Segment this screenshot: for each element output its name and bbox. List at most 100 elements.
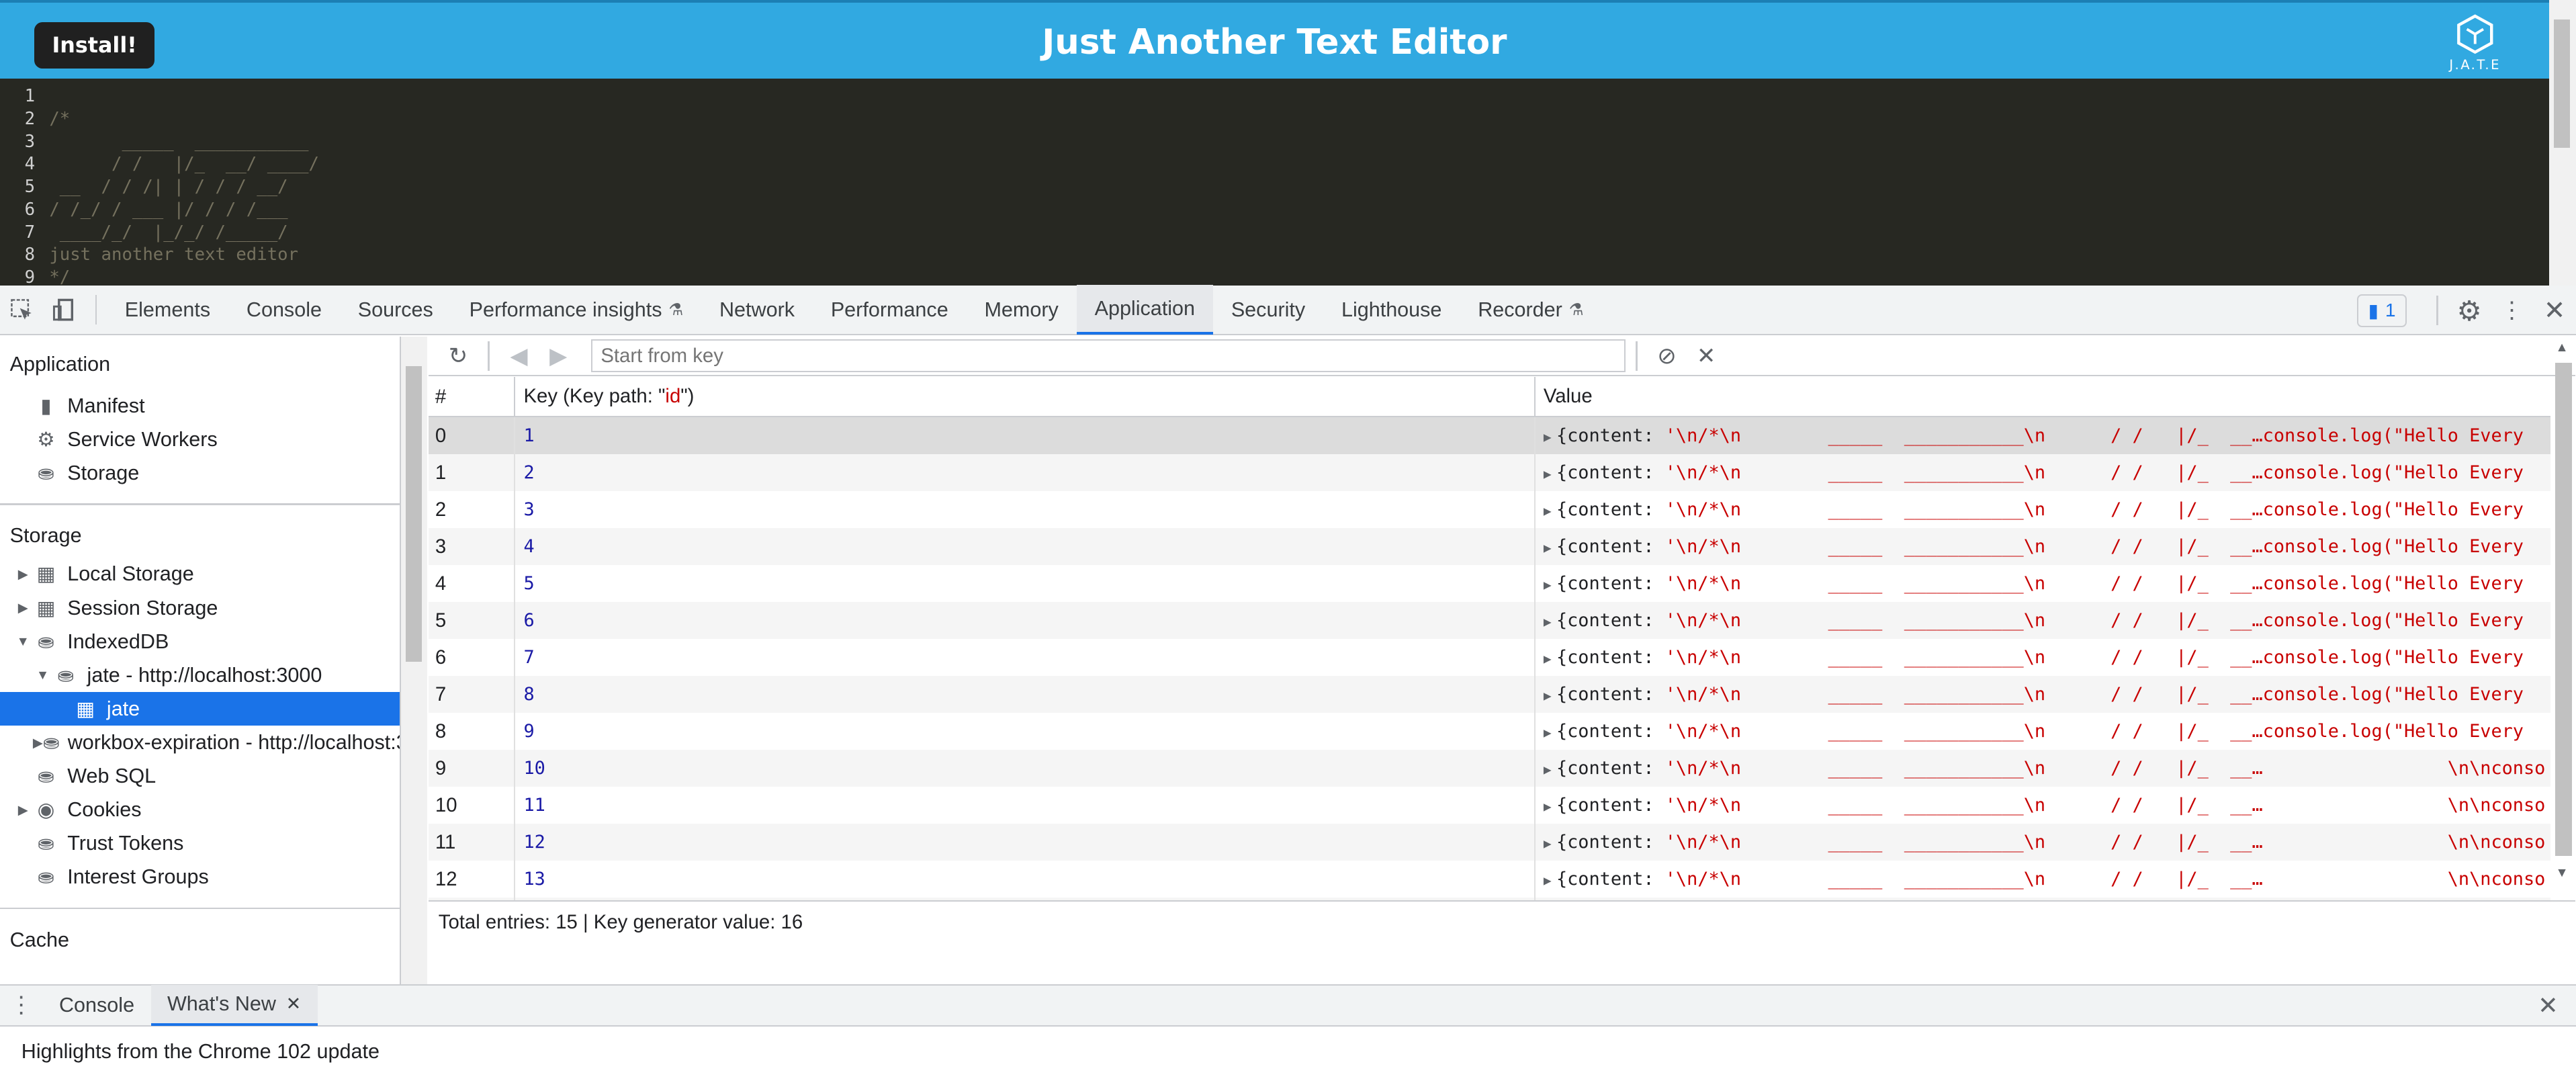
tab-performance-insights[interactable]: Performance insights ⚗ <box>451 285 701 334</box>
row-value[interactable]: ▶{content: '\n/*\n _____ ___________\n /… <box>1534 824 2550 861</box>
device-toolbar-icon[interactable] <box>43 285 86 334</box>
table-vertical-scrollbar[interactable]: ▲ ▼ <box>2550 337 2575 887</box>
drawer-tab-whats-new[interactable]: What's New ✕ <box>150 984 318 1026</box>
table-row[interactable]: 4 5 ▶ {content: '\n/*\n _____ ___________\n… <box>429 565 2550 602</box>
expand-arrow-icon[interactable]: ▶ <box>1544 799 1552 814</box>
expand-arrow-icon[interactable]: ▶ <box>1544 725 1552 740</box>
table-row[interactable]: 5 6 ▶ {content: '\n/*\n _____ ___________\n… <box>429 602 2551 639</box>
code-line[interactable]: 2 /* <box>0 108 2549 131</box>
expand-arrow-icon[interactable]: ▶ <box>13 600 33 616</box>
code-line[interactable]: 9 */ <box>0 267 2549 286</box>
more-options-icon[interactable]: ⋮ <box>2491 286 2534 335</box>
code-line[interactable]: 1 <box>0 85 2549 108</box>
table-row[interactable]: 12 13 ▶ {content: '\n/*\n _____ ___________… <box>429 861 2550 898</box>
row-value[interactable]: ▶{content: '\n/*\n _____ ___________\n /… <box>1534 417 2550 454</box>
table-row[interactable]: 6 7 ▶ {content: '\n/*\n _____ ___________\n… <box>429 639 2550 676</box>
code-line[interactable]: 8 just another text editor <box>0 244 2549 267</box>
table-row[interactable]: 2 3 ▶ {content: '\n/*\n _____ ___________\n… <box>429 491 2550 528</box>
expand-arrow-icon[interactable]: ▶ <box>1544 466 1552 482</box>
tab-lighthouse[interactable]: Lighthouse <box>1323 285 1460 334</box>
column-header-key[interactable]: Key (Key path: "id") <box>514 377 1534 417</box>
close-tab-icon[interactable]: ✕ <box>286 994 302 1014</box>
sidebar-item-manifest[interactable]: ▮ Manifest <box>0 389 400 423</box>
sidebar-item-store-jate[interactable]: ▦ jate <box>0 692 400 726</box>
code-line[interactable]: 6 / /_/ / ___ |/ / / /___ <box>0 199 2549 222</box>
issues-badge[interactable]: ▮ 1 <box>2357 294 2407 327</box>
expand-arrow-icon[interactable]: ▶ <box>13 566 33 582</box>
previous-page-icon[interactable]: ◀ <box>499 343 539 370</box>
table-row[interactable]: 8 9 ▶ {content: '\n/*\n _____ ___________\n… <box>429 713 2550 750</box>
tab-console[interactable]: Console <box>228 285 340 334</box>
page-scrollbar[interactable] <box>2548 0 2576 286</box>
expand-arrow-icon[interactable]: ▶ <box>1544 614 1552 630</box>
settings-gear-icon[interactable]: ⚙ <box>2448 286 2491 335</box>
table-row[interactable]: 1 2 ▶ {content: '\n/*\n _____ ___________\n… <box>429 454 2551 491</box>
sidebar-item-interest-groups[interactable]: ⛂ Interest Groups <box>0 861 400 894</box>
sidebar-item-trust-tokens[interactable]: ⛂ Trust Tokens <box>0 827 400 861</box>
tab-recorder[interactable]: Recorder ⚗ <box>1460 285 1601 334</box>
close-drawer-icon[interactable]: ✕ <box>2527 981 2570 1030</box>
sidebar-item-storage[interactable]: ⛂ Storage <box>0 457 400 490</box>
expand-arrow-icon[interactable]: ▶ <box>33 735 43 751</box>
collapse-arrow-icon[interactable]: ▼ <box>13 634 33 650</box>
sidebar-item-db-workbox[interactable]: ▶ ⛂ workbox-expiration - http://localhost:… <box>0 726 400 759</box>
expand-arrow-icon[interactable]: ▶ <box>1544 503 1552 519</box>
clear-store-icon[interactable]: ⊘ <box>1647 343 1687 370</box>
expand-arrow-icon[interactable]: ▶ <box>1544 873 1552 888</box>
row-value[interactable]: ▶{content: '\n/*\n _____ ___________\n /… <box>1534 565 2550 602</box>
tab-sources[interactable]: Sources <box>340 285 451 334</box>
row-value[interactable]: ▶{content: '\n/*\n _____ ___________\n /… <box>1534 713 2550 750</box>
expand-arrow-icon[interactable]: ▶ <box>1544 577 1552 593</box>
table-row[interactable]: 11 12 ▶ {content: '\n/*\n _____ ___________… <box>429 824 2551 861</box>
tab-security[interactable]: Security <box>1213 285 1323 334</box>
expand-arrow-icon[interactable]: ▶ <box>13 802 33 818</box>
collapse-arrow-icon[interactable]: ▼ <box>33 668 52 683</box>
sidebar-vertical-scrollbar[interactable] <box>400 337 427 984</box>
sidebar-item-session-storage[interactable]: ▶ ▦ Session Storage <box>0 591 400 625</box>
row-value[interactable]: ▶{content: '\n/*\n _____ ___________\n /… <box>1534 676 2550 713</box>
table-row[interactable]: 0 1 ▶ {content: '\n/*\n _____ ___________\n… <box>429 417 2551 454</box>
row-value[interactable]: ▶{content: '\n/*\n _____ ___________\n /… <box>1534 602 2550 639</box>
table-row[interactable]: 9 10 ▶ {content: '\n/*\n _____ ___________\… <box>429 750 2551 787</box>
row-value[interactable]: ▶{content: '\n/*\n _____ ___________\n /… <box>1534 639 2550 676</box>
column-header-value[interactable]: Value <box>1534 377 2550 417</box>
expand-arrow-icon[interactable]: ▶ <box>1544 651 1552 666</box>
sidebar-item-local-storage[interactable]: ▶ ▦ Local Storage <box>0 558 400 591</box>
next-page-icon[interactable]: ▶ <box>539 343 578 370</box>
row-value[interactable]: ▶{content: '\n/*\n _____ ___________\n /… <box>1534 528 2550 565</box>
expand-arrow-icon[interactable]: ▶ <box>1544 429 1552 445</box>
row-value[interactable]: ▶{content: '\n/*\n _____ ___________\n /… <box>1534 861 2550 898</box>
tab-network[interactable]: Network <box>701 285 813 334</box>
start-from-key-input[interactable] <box>591 339 1626 372</box>
sidebar-item-indexeddb[interactable]: ▼ ⛂ IndexedDB <box>0 625 400 658</box>
close-devtools-icon[interactable]: ✕ <box>2533 286 2576 335</box>
row-value[interactable]: ▶{content: '\n/*\n _____ ___________\n /… <box>1534 491 2550 528</box>
delete-selected-icon[interactable]: ✕ <box>1687 343 1726 370</box>
sidebar-item-web-sql[interactable]: ⛂ Web SQL <box>0 760 400 793</box>
code-editor[interactable]: 1 2/* 3 _____ ___________ 4 / / |/_ __/ ___… <box>0 79 2549 286</box>
expand-arrow-icon[interactable]: ▶ <box>1544 836 1552 851</box>
drawer-menu-icon[interactable]: ⋮ <box>0 981 43 1030</box>
table-row[interactable]: 3 4 ▶ {content: '\n/*\n _____ ___________\n… <box>429 528 2551 565</box>
tab-application[interactable]: Application <box>1076 285 1213 335</box>
row-value[interactable]: ▶{content: '\n/*\n _____ ___________\n /… <box>1534 750 2550 787</box>
tab-elements[interactable]: Elements <box>107 285 228 334</box>
drawer-tab-console[interactable]: Console <box>43 985 151 1026</box>
expand-arrow-icon[interactable]: ▶ <box>1544 540 1552 556</box>
row-value[interactable]: ▶{content: '\n/*\n _____ ___________\n /… <box>1534 454 2550 491</box>
code-line[interactable]: 4 / / |/_ __/ ____/ <box>0 153 2549 176</box>
tab-memory[interactable]: Memory <box>967 285 1077 334</box>
expand-arrow-icon[interactable]: ▶ <box>1544 688 1552 703</box>
sidebar-item-cookies[interactable]: ▶ ◉ Cookies <box>0 793 400 827</box>
refresh-icon[interactable]: ↻ <box>439 343 478 370</box>
sidebar-item-service-workers[interactable]: ⚙ Service Workers <box>0 423 400 457</box>
row-value[interactable]: ▶{content: '\n/*\n _____ ___________\n /… <box>1534 787 2550 824</box>
code-line[interactable]: 3 _____ ___________ <box>0 131 2549 154</box>
code-line[interactable]: 5 __ / / /| | / / / __/ <box>0 176 2549 199</box>
table-row[interactable]: 7 8 ▶ {content: '\n/*\n _____ ___________\n… <box>429 676 2551 713</box>
tab-performance[interactable]: Performance <box>813 285 967 334</box>
code-line[interactable]: 7 ____/_/ |_/_/ /_____/ <box>0 222 2549 245</box>
inspect-element-icon[interactable] <box>0 285 43 334</box>
sidebar-item-db-jate[interactable]: ▼ ⛂ jate - http://localhost:3000 <box>0 658 400 692</box>
expand-arrow-icon[interactable]: ▶ <box>1544 762 1552 777</box>
